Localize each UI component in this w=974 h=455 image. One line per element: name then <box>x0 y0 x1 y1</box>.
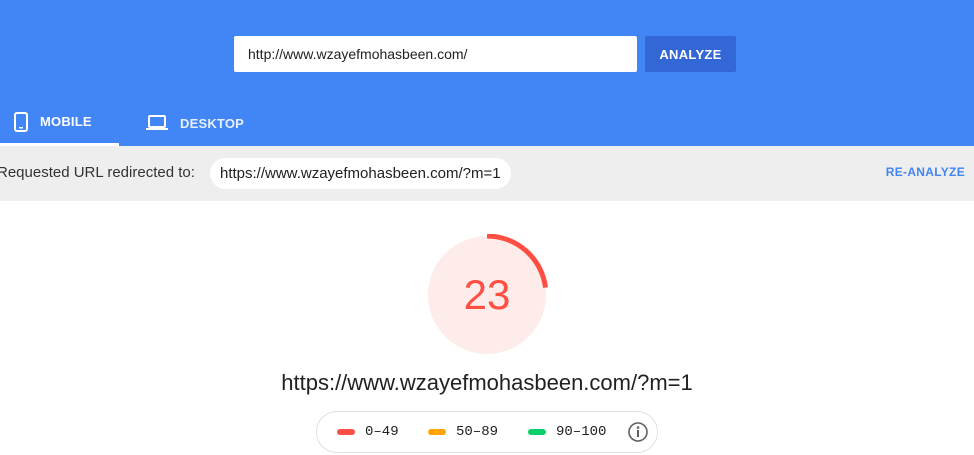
score-legend: 0–49 50–89 90–100 <box>316 411 658 453</box>
redirect-label: Requested URL redirected to: <box>0 164 195 181</box>
tab-mobile-label: MOBILE <box>40 114 92 129</box>
legend-swatch-fail <box>337 429 355 435</box>
tab-desktop[interactable]: DESKTOP <box>119 100 269 146</box>
legend-item-pass: 90–100 <box>528 412 606 452</box>
legend-item-average: 50–89 <box>428 412 498 452</box>
legend-swatch-pass <box>528 429 546 435</box>
legend-item-fail: 0–49 <box>337 412 399 452</box>
url-input[interactable] <box>234 36 637 72</box>
info-icon[interactable] <box>627 421 649 443</box>
header: ANALYZE MOBILE DESKTOP <box>0 0 974 146</box>
analyze-button[interactable]: ANALYZE <box>645 36 736 72</box>
legend-range-fail: 0–49 <box>365 424 399 440</box>
redirect-url: https://www.wzayefmohasbeen.com/?m=1 <box>210 158 511 189</box>
tab-desktop-label: DESKTOP <box>180 115 245 131</box>
performance-score: 23 <box>463 271 511 318</box>
tab-mobile[interactable]: MOBILE <box>0 100 119 146</box>
legend-range-pass: 90–100 <box>556 424 607 440</box>
reanalyze-button[interactable]: RE-ANALYZE <box>886 165 965 179</box>
laptop-icon <box>146 115 168 131</box>
final-url: https://www.wzayefmohasbeen.com/?m=1 <box>281 370 693 395</box>
legend-swatch-average <box>428 429 446 435</box>
redirect-bar: Requested URL redirected to: https://www… <box>0 146 974 201</box>
smartphone-icon <box>14 111 28 132</box>
legend-range-average: 50–89 <box>456 424 499 440</box>
